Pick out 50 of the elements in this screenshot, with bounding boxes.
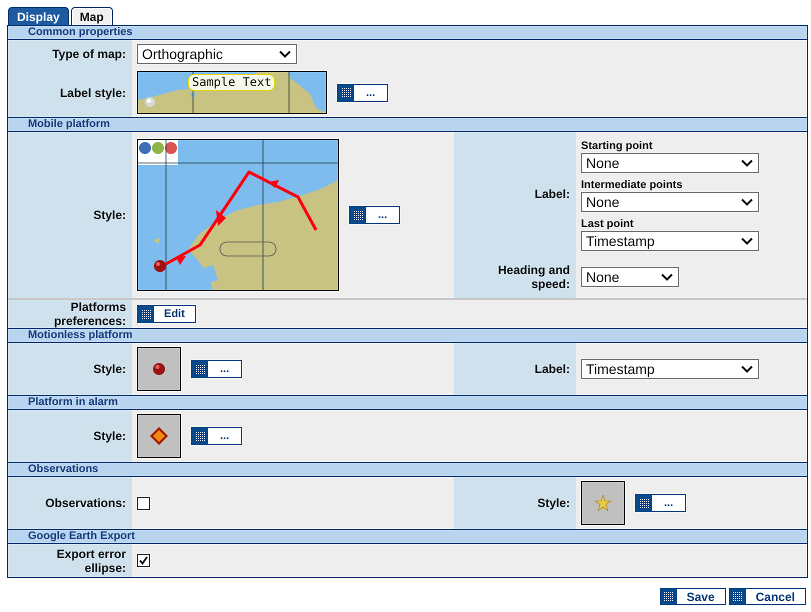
section-header: Common properties <box>8 26 807 40</box>
field-label: Observations: <box>45 496 126 510</box>
chevron-icon <box>661 272 673 280</box>
field-label: Style: <box>93 362 126 376</box>
sample-label: Sample Text <box>188 74 276 91</box>
style-button[interactable]: ... <box>349 206 400 224</box>
check-icon <box>139 556 148 565</box>
field-label: Type of map: <box>52 47 126 61</box>
section-header: Mobile platform <box>8 117 807 132</box>
field-label: Label style: <box>60 86 126 100</box>
chevron-icon <box>741 198 753 206</box>
field-caption: Intermediate points <box>581 179 684 192</box>
style-button[interactable]: ... <box>337 84 388 102</box>
diamond-icon <box>150 427 168 445</box>
section-header: Motionless platform <box>8 328 807 343</box>
field-label: Style: <box>537 496 570 510</box>
style-button[interactable]: ... <box>635 494 686 512</box>
save-button[interactable]: Save <box>660 588 726 605</box>
dropdown[interactable]: None <box>581 153 759 173</box>
chevron-icon <box>741 237 753 245</box>
field-label: Export error ellipse: <box>56 546 126 574</box>
field-caption: Starting point <box>581 140 654 153</box>
field-label: Heading and speed: <box>496 262 570 290</box>
chevron-icon <box>741 365 753 373</box>
dropdown[interactable]: Orthographic <box>137 44 297 64</box>
section-header: Google Earth Export <box>8 529 807 544</box>
chevron-icon <box>279 50 291 58</box>
star-icon <box>595 495 611 511</box>
field-label: Label: <box>534 186 570 200</box>
field-label: Label: <box>534 362 570 376</box>
dropdown[interactable]: None <box>581 192 759 212</box>
field-label: Style: <box>93 208 126 222</box>
style-button[interactable]: ... <box>191 360 242 378</box>
tab[interactable]: Map <box>70 7 113 25</box>
section-header: Observations <box>8 462 807 477</box>
style-button[interactable]: ... <box>191 427 242 445</box>
field-caption: Last point <box>581 218 635 231</box>
dropdown[interactable]: Timestamp <box>581 359 759 379</box>
chevron-icon <box>741 159 753 167</box>
section-header: Platform in alarm <box>8 395 807 410</box>
dropdown[interactable]: None <box>581 266 679 286</box>
tab[interactable]: Display <box>8 7 69 25</box>
checkbox[interactable] <box>137 554 150 567</box>
cancel-button[interactable]: Cancel <box>728 588 806 605</box>
edit-button[interactable]: Edit <box>137 305 196 323</box>
checkbox[interactable] <box>137 496 150 510</box>
field-label: Platforms preferences: <box>52 300 126 328</box>
dropdown[interactable]: Timestamp <box>581 231 759 251</box>
field-label: Style: <box>93 429 126 443</box>
ball-icon <box>153 363 165 375</box>
